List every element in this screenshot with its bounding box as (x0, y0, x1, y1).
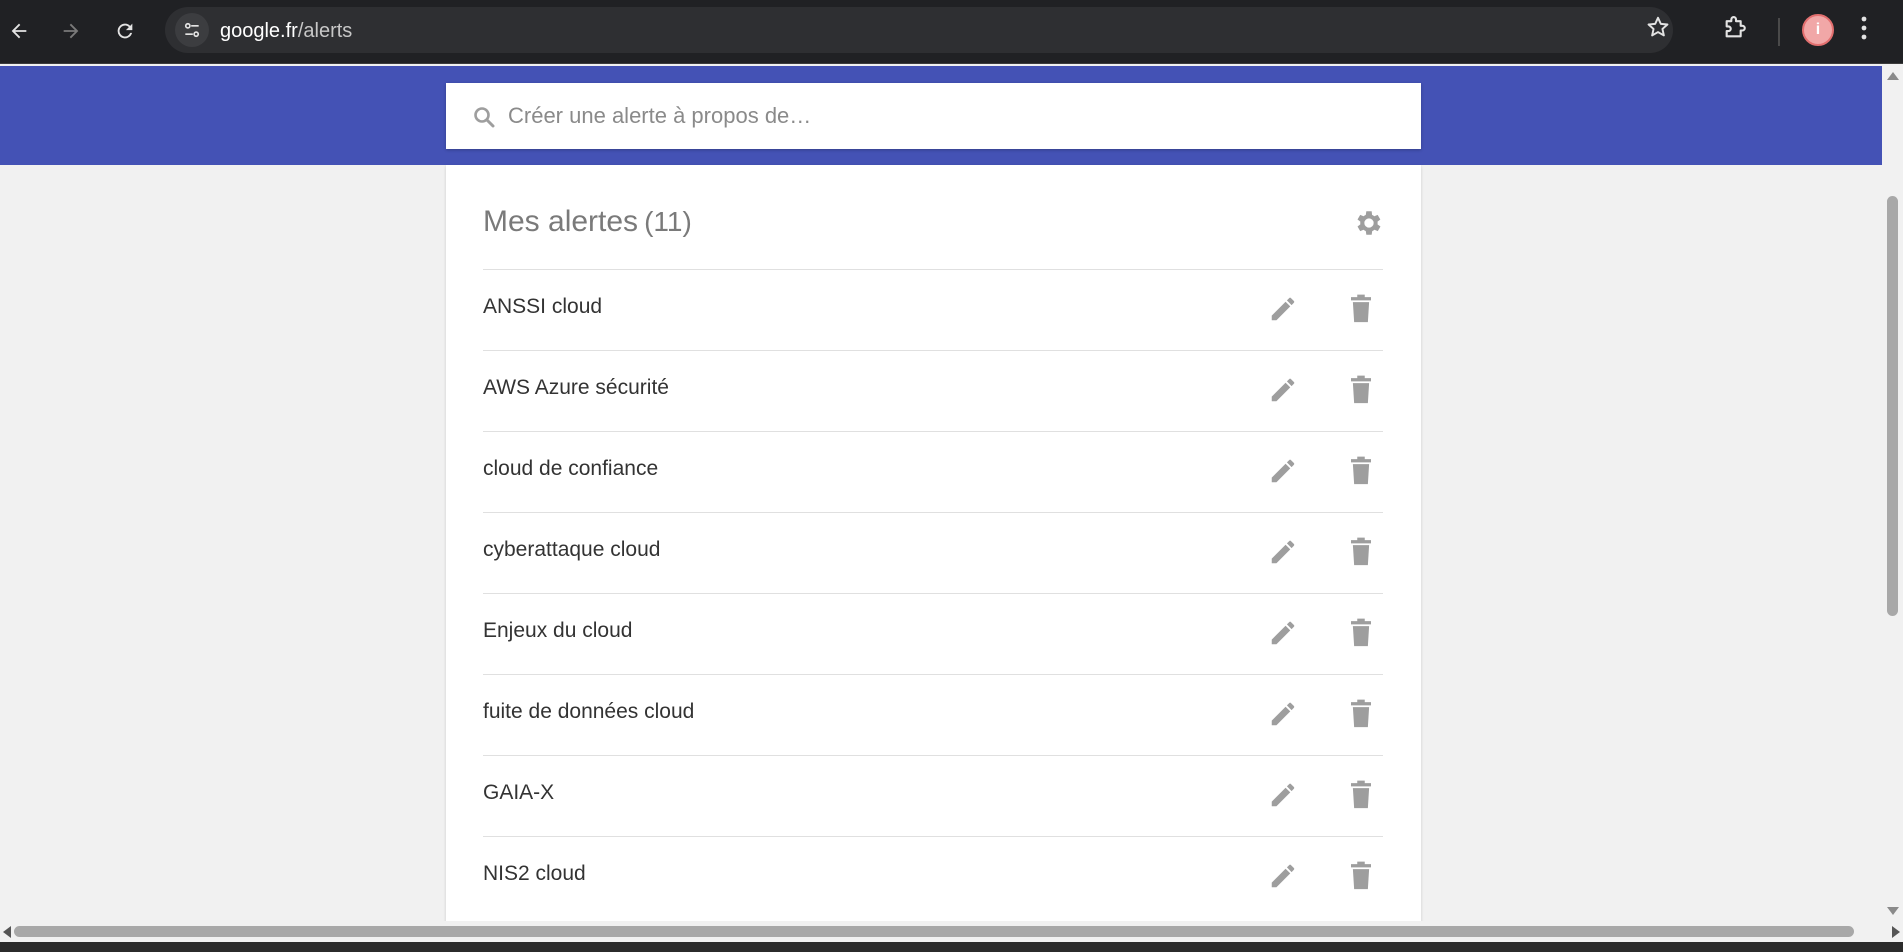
pencil-icon[interactable] (1268, 861, 1298, 891)
page-title: Mes alertes (11) (483, 205, 692, 239)
trash-icon[interactable] (1348, 699, 1374, 729)
alert-name: cloud de confiance (483, 457, 659, 480)
alert-name: ANSSI cloud (483, 295, 603, 318)
trash-icon[interactable] (1348, 537, 1374, 567)
star-icon (1647, 16, 1669, 37)
vertical-scrollbar[interactable] (1882, 66, 1903, 921)
settings-button[interactable] (1353, 207, 1385, 239)
alert-list: ANSSI cloud AWS Azure sécurité cloud de co… (483, 269, 1383, 917)
alerts-count: (11) (644, 206, 692, 237)
alerts-header: Mes alertes (11) (483, 205, 1383, 245)
gear-icon (1357, 211, 1381, 235)
pencil-icon[interactable] (1268, 699, 1298, 729)
alerts-title: Mes alertes (483, 205, 639, 238)
reload-icon (117, 23, 133, 39)
pencil-icon[interactable] (1268, 456, 1298, 486)
address-bar[interactable]: google.fr/alerts (165, 7, 1673, 53)
horizontal-scrollbar[interactable] (0, 921, 1903, 942)
profile-initial: i (1815, 21, 1821, 38)
trash-icon[interactable] (1348, 294, 1374, 324)
alert-row: cloud de confiance (483, 431, 1383, 512)
alert-name: NIS2 cloud (483, 862, 586, 885)
alert-name: Enjeux du cloud (483, 619, 633, 642)
alerts-card: Mes alertes (11) ANSSI cloud AWS Azure séc… (446, 165, 1421, 925)
alert-name: GAIA-X (483, 781, 555, 804)
search-icon (472, 105, 496, 134)
alert-row: AWS Azure sécurité (483, 350, 1383, 431)
extensions-button[interactable] (1722, 13, 1750, 46)
browser-toolbar: google.fr/alerts i (0, 0, 1903, 64)
create-alert-search[interactable] (446, 83, 1421, 149)
alert-row: fuite de données cloud (483, 674, 1383, 755)
trash-icon[interactable] (1348, 375, 1374, 405)
pencil-icon[interactable] (1268, 537, 1298, 567)
alert-row: Enjeux du cloud (483, 593, 1383, 674)
trash-icon[interactable] (1348, 456, 1374, 486)
alert-row: GAIA-X (483, 755, 1383, 836)
forward-button[interactable] (54, 14, 88, 48)
arrow-left-icon (11, 23, 27, 39)
trash-icon[interactable] (1348, 861, 1374, 891)
horizontal-scroll-thumb[interactable] (14, 926, 1854, 937)
trash-icon[interactable] (1348, 618, 1374, 648)
pencil-icon[interactable] (1268, 294, 1298, 324)
pencil-icon[interactable] (1268, 780, 1298, 810)
url-path: /alerts (297, 20, 353, 42)
site-info-button[interactable] (175, 13, 209, 47)
trash-icon[interactable] (1348, 780, 1374, 810)
alert-name: cyberattaque cloud (483, 538, 661, 561)
alert-name: fuite de données cloud (483, 700, 695, 723)
alert-name: AWS Azure sécurité (483, 376, 669, 399)
taskbar-strip (0, 942, 1903, 952)
puzzle-icon (1725, 16, 1746, 38)
url-host: google.fr (220, 20, 298, 42)
url-text[interactable]: google.fr/alerts (220, 20, 352, 43)
search-input[interactable] (506, 83, 1396, 149)
toolbar-divider (1778, 18, 1780, 46)
reload-button[interactable] (108, 14, 142, 48)
profile-avatar[interactable]: i (1802, 14, 1834, 46)
alert-row: ANSSI cloud (483, 269, 1383, 350)
back-button[interactable] (2, 14, 36, 48)
browser-menu-button[interactable] (1858, 14, 1870, 47)
alert-row: NIS2 cloud (483, 836, 1383, 917)
tune-icon (184, 22, 200, 38)
alert-row: cyberattaque cloud (483, 512, 1383, 593)
arrow-right-icon (63, 23, 79, 39)
kebab-icon (1861, 16, 1867, 40)
pencil-icon[interactable] (1268, 375, 1298, 405)
bookmark-button[interactable] (1645, 14, 1671, 45)
scroll-up-arrow-icon[interactable] (1887, 72, 1899, 80)
vertical-scroll-thumb[interactable] (1887, 196, 1898, 616)
scroll-left-arrow-icon[interactable] (3, 926, 11, 938)
scroll-right-arrow-icon[interactable] (1892, 926, 1900, 938)
pencil-icon[interactable] (1268, 618, 1298, 648)
scroll-down-arrow-icon[interactable] (1887, 907, 1899, 915)
